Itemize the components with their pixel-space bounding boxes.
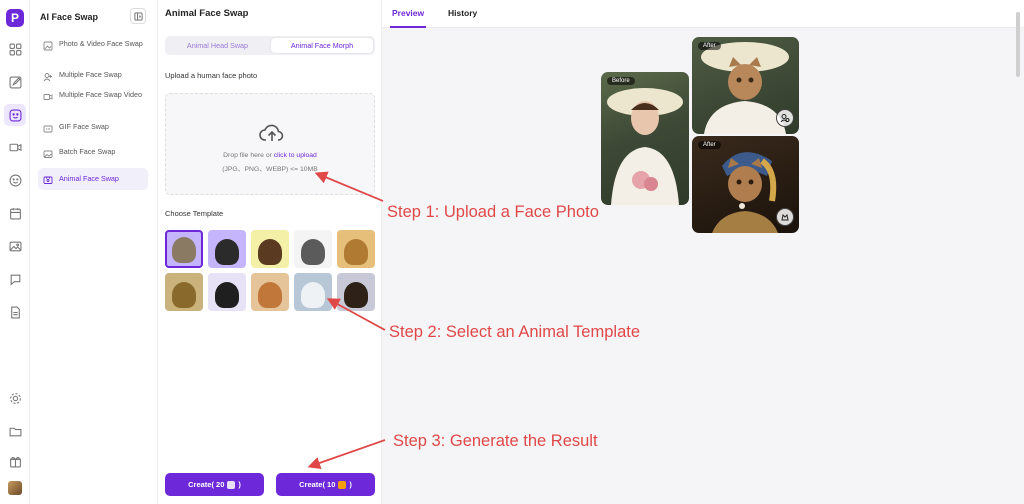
create-label-suffix: ) <box>349 480 352 489</box>
calendar-icon[interactable] <box>5 203 25 223</box>
sidebar-title: AI Face Swap <box>40 12 99 22</box>
choose-template-label: Choose Template <box>165 209 224 218</box>
sidebar-item-label: Photo & Video Face Swap <box>59 39 143 48</box>
tab-animal-head-swap[interactable]: Animal Head Swap <box>167 38 268 53</box>
animal-badge-icon <box>776 208 794 226</box>
sidebar-item-label: Multiple Face Swap <box>59 70 122 79</box>
credit-icon <box>227 480 236 489</box>
template-thumbnail <box>344 282 368 308</box>
credit-icon <box>338 480 347 489</box>
template-papillon[interactable] <box>251 230 289 268</box>
template-thumbnail <box>172 237 196 263</box>
upload-label: Upload a human face photo <box>165 71 258 80</box>
template-thumbnail <box>215 282 239 308</box>
template-raccoon[interactable] <box>294 230 332 268</box>
animal-icon <box>42 174 54 186</box>
sidebar-item-batch-face-swap[interactable]: Batch Face Swap <box>38 144 148 163</box>
template-rottweiler[interactable] <box>337 273 375 311</box>
template-white-cat[interactable] <box>294 273 332 311</box>
video-icon[interactable] <box>5 137 25 157</box>
annotation-step-3: Step 3: Generate the Result <box>393 432 598 450</box>
grid-icon[interactable] <box>5 39 25 59</box>
folder-icon[interactable] <box>5 421 25 441</box>
video-icon <box>42 91 54 103</box>
template-thumbnail <box>215 239 239 265</box>
template-thumbnail <box>301 239 325 265</box>
face-swap-badge-icon <box>776 109 794 127</box>
template-leopard[interactable] <box>165 273 203 311</box>
animal-face-swap-panel: Animal Face Swap Animal Head Swap Animal… <box>158 0 382 504</box>
drop-text: Drop file here or <box>223 152 274 159</box>
template-panda[interactable] <box>208 273 246 311</box>
user-avatar[interactable] <box>8 481 22 495</box>
template-tabby-cat[interactable] <box>165 230 203 268</box>
click-to-upload-link[interactable]: click to upload <box>274 152 317 159</box>
preview-tabs: Preview History <box>382 0 1024 28</box>
sidebar-item-multiple-face-swap[interactable]: Multiple Face Swap <box>38 67 148 86</box>
before-tag: Before <box>607 77 635 85</box>
mode-switch: Animal Head Swap Animal Face Morph <box>165 36 375 55</box>
settings-icon[interactable] <box>5 388 25 408</box>
annotation-step-1: Step 1: Upload a Face Photo <box>387 203 599 221</box>
face-swap-icon[interactable] <box>4 104 26 126</box>
users-icon <box>42 71 54 83</box>
sidebar-item-label: GIF Face Swap <box>59 122 109 131</box>
tab-preview[interactable]: Preview <box>392 8 424 18</box>
active-tab-indicator <box>390 26 426 28</box>
sidebar-item-label: Animal Face Swap <box>59 174 119 183</box>
batch-icon <box>42 148 54 160</box>
edit-icon[interactable] <box>5 72 25 92</box>
drop-instructions: Drop file here or click to upload <box>166 152 374 159</box>
create-10-button[interactable]: Create( 10 ) <box>276 473 375 496</box>
after-photo-2: After <box>692 136 799 233</box>
create-label: Create( 20 <box>188 480 225 489</box>
feature-sidebar: AI Face Swap Photo & Video Face Swap Mul… <box>30 0 158 504</box>
icon-rail: P <box>0 0 30 504</box>
template-ginger-cat[interactable] <box>251 273 289 311</box>
template-thumbnail <box>258 239 282 265</box>
annotation-step-2: Step 2: Select an Animal Template <box>389 323 641 341</box>
sidebar-item-photo-video-face-swap[interactable]: Photo & Video Face Swap <box>38 36 148 55</box>
template-thumbnail <box>172 282 196 308</box>
template-thumbnail <box>258 282 282 308</box>
template-golden-dog[interactable] <box>337 230 375 268</box>
template-thumbnail <box>301 282 325 308</box>
chat-icon[interactable] <box>5 269 25 289</box>
create-label: Create( 10 <box>299 480 336 489</box>
create-20-button[interactable]: Create( 20 ) <box>165 473 264 496</box>
upload-cloud-icon <box>259 124 284 141</box>
file-format-hint: (JPG、PNG、WEBP) <= 10MB <box>222 166 318 173</box>
after-photo-1: After <box>692 37 799 134</box>
template-schnauzer[interactable] <box>208 230 246 268</box>
create-label-suffix: ) <box>238 480 241 489</box>
gift-icon[interactable] <box>5 451 25 471</box>
sidebar-item-gif-face-swap[interactable]: GIF Face Swap <box>38 119 148 138</box>
upload-dropzone[interactable]: Drop file here or click to upload (JPG、P… <box>165 93 375 195</box>
template-thumbnail <box>344 239 368 265</box>
scrollbar[interactable] <box>1016 12 1020 77</box>
document-icon[interactable] <box>5 302 25 322</box>
sidebar-item-multiple-face-swap-video[interactable]: Multiple Face Swap Video <box>38 87 148 106</box>
photo-video-icon <box>42 40 54 52</box>
after-tag: After <box>698 141 721 149</box>
image-icon[interactable] <box>5 236 25 256</box>
gif-icon <box>42 123 54 135</box>
sidebar-item-label: Multiple Face Swap Video <box>59 90 142 99</box>
tab-history[interactable]: History <box>448 8 477 18</box>
after-tag: After <box>698 42 721 50</box>
tab-animal-face-morph[interactable]: Animal Face Morph <box>271 38 373 53</box>
sidebar-item-animal-face-swap[interactable]: Animal Face Swap <box>38 168 148 190</box>
page-title: Animal Face Swap <box>165 8 249 19</box>
app-logo[interactable]: P <box>6 9 24 27</box>
sidebar-item-label: Batch Face Swap <box>59 147 116 156</box>
collapse-sidebar-button[interactable] <box>130 8 146 24</box>
before-photo: Before <box>601 72 689 205</box>
smile-icon[interactable] <box>5 170 25 190</box>
woman-portrait-image <box>607 88 683 205</box>
